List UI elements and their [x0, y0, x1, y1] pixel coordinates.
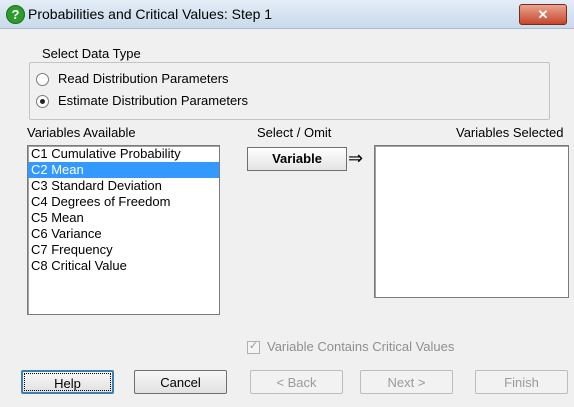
help-button[interactable]: Help — [21, 370, 114, 394]
list-item[interactable]: C4 Degrees of Freedom — [28, 194, 219, 210]
checkmark-icon: ✓ — [248, 340, 259, 352]
variables-selected-list[interactable] — [374, 145, 569, 298]
radio-read-parameters-label: Read Distribution Parameters — [58, 71, 229, 86]
critical-values-checkbox-label: Variable Contains Critical Values — [267, 339, 455, 354]
move-right-arrow-icon: ⇒ — [348, 148, 364, 168]
radio-estimate-parameters-label: Estimate Distribution Parameters — [58, 93, 249, 108]
cancel-button[interactable]: Cancel — [134, 370, 227, 394]
variables-selected-label: Variables Selected — [456, 125, 564, 140]
radio-circle-selected[interactable] — [36, 95, 49, 108]
variables-available-label: Variables Available — [27, 125, 136, 140]
list-item[interactable]: C1 Cumulative Probability — [28, 146, 219, 162]
title-bar: ? Probabilities and Critical Values: Ste… — [0, 0, 574, 29]
list-item[interactable]: C6 Variance — [28, 226, 219, 242]
list-item[interactable]: C7 Frequency — [28, 242, 219, 258]
list-item[interactable]: C3 Standard Deviation — [28, 178, 219, 194]
radio-dot — [40, 99, 45, 104]
dialog-window: ? Probabilities and Critical Values: Ste… — [0, 0, 574, 407]
close-button[interactable]: ✕ — [519, 4, 567, 25]
help-question-icon: ? — [6, 5, 25, 24]
radio-circle[interactable] — [36, 73, 49, 86]
variable-button[interactable]: Variable — [247, 147, 347, 171]
finish-button: Finish — [475, 370, 568, 394]
window-title: Probabilities and Critical Values: Step … — [28, 6, 273, 22]
list-item-selected[interactable]: C2 Mean — [28, 162, 219, 178]
variables-available-list[interactable]: C1 Cumulative Probability C2 Mean C3 Sta… — [27, 145, 220, 315]
data-type-group-label: Select Data Type — [39, 46, 144, 61]
select-omit-label: Select / Omit — [257, 125, 332, 140]
next-button: Next > — [360, 370, 453, 394]
critical-values-checkbox: ✓ — [247, 340, 260, 354]
back-button: < Back — [250, 370, 343, 394]
list-item[interactable]: C5 Mean — [28, 210, 219, 226]
close-icon: ✕ — [537, 7, 549, 22]
list-item[interactable]: C8 Critical Value — [28, 258, 219, 274]
